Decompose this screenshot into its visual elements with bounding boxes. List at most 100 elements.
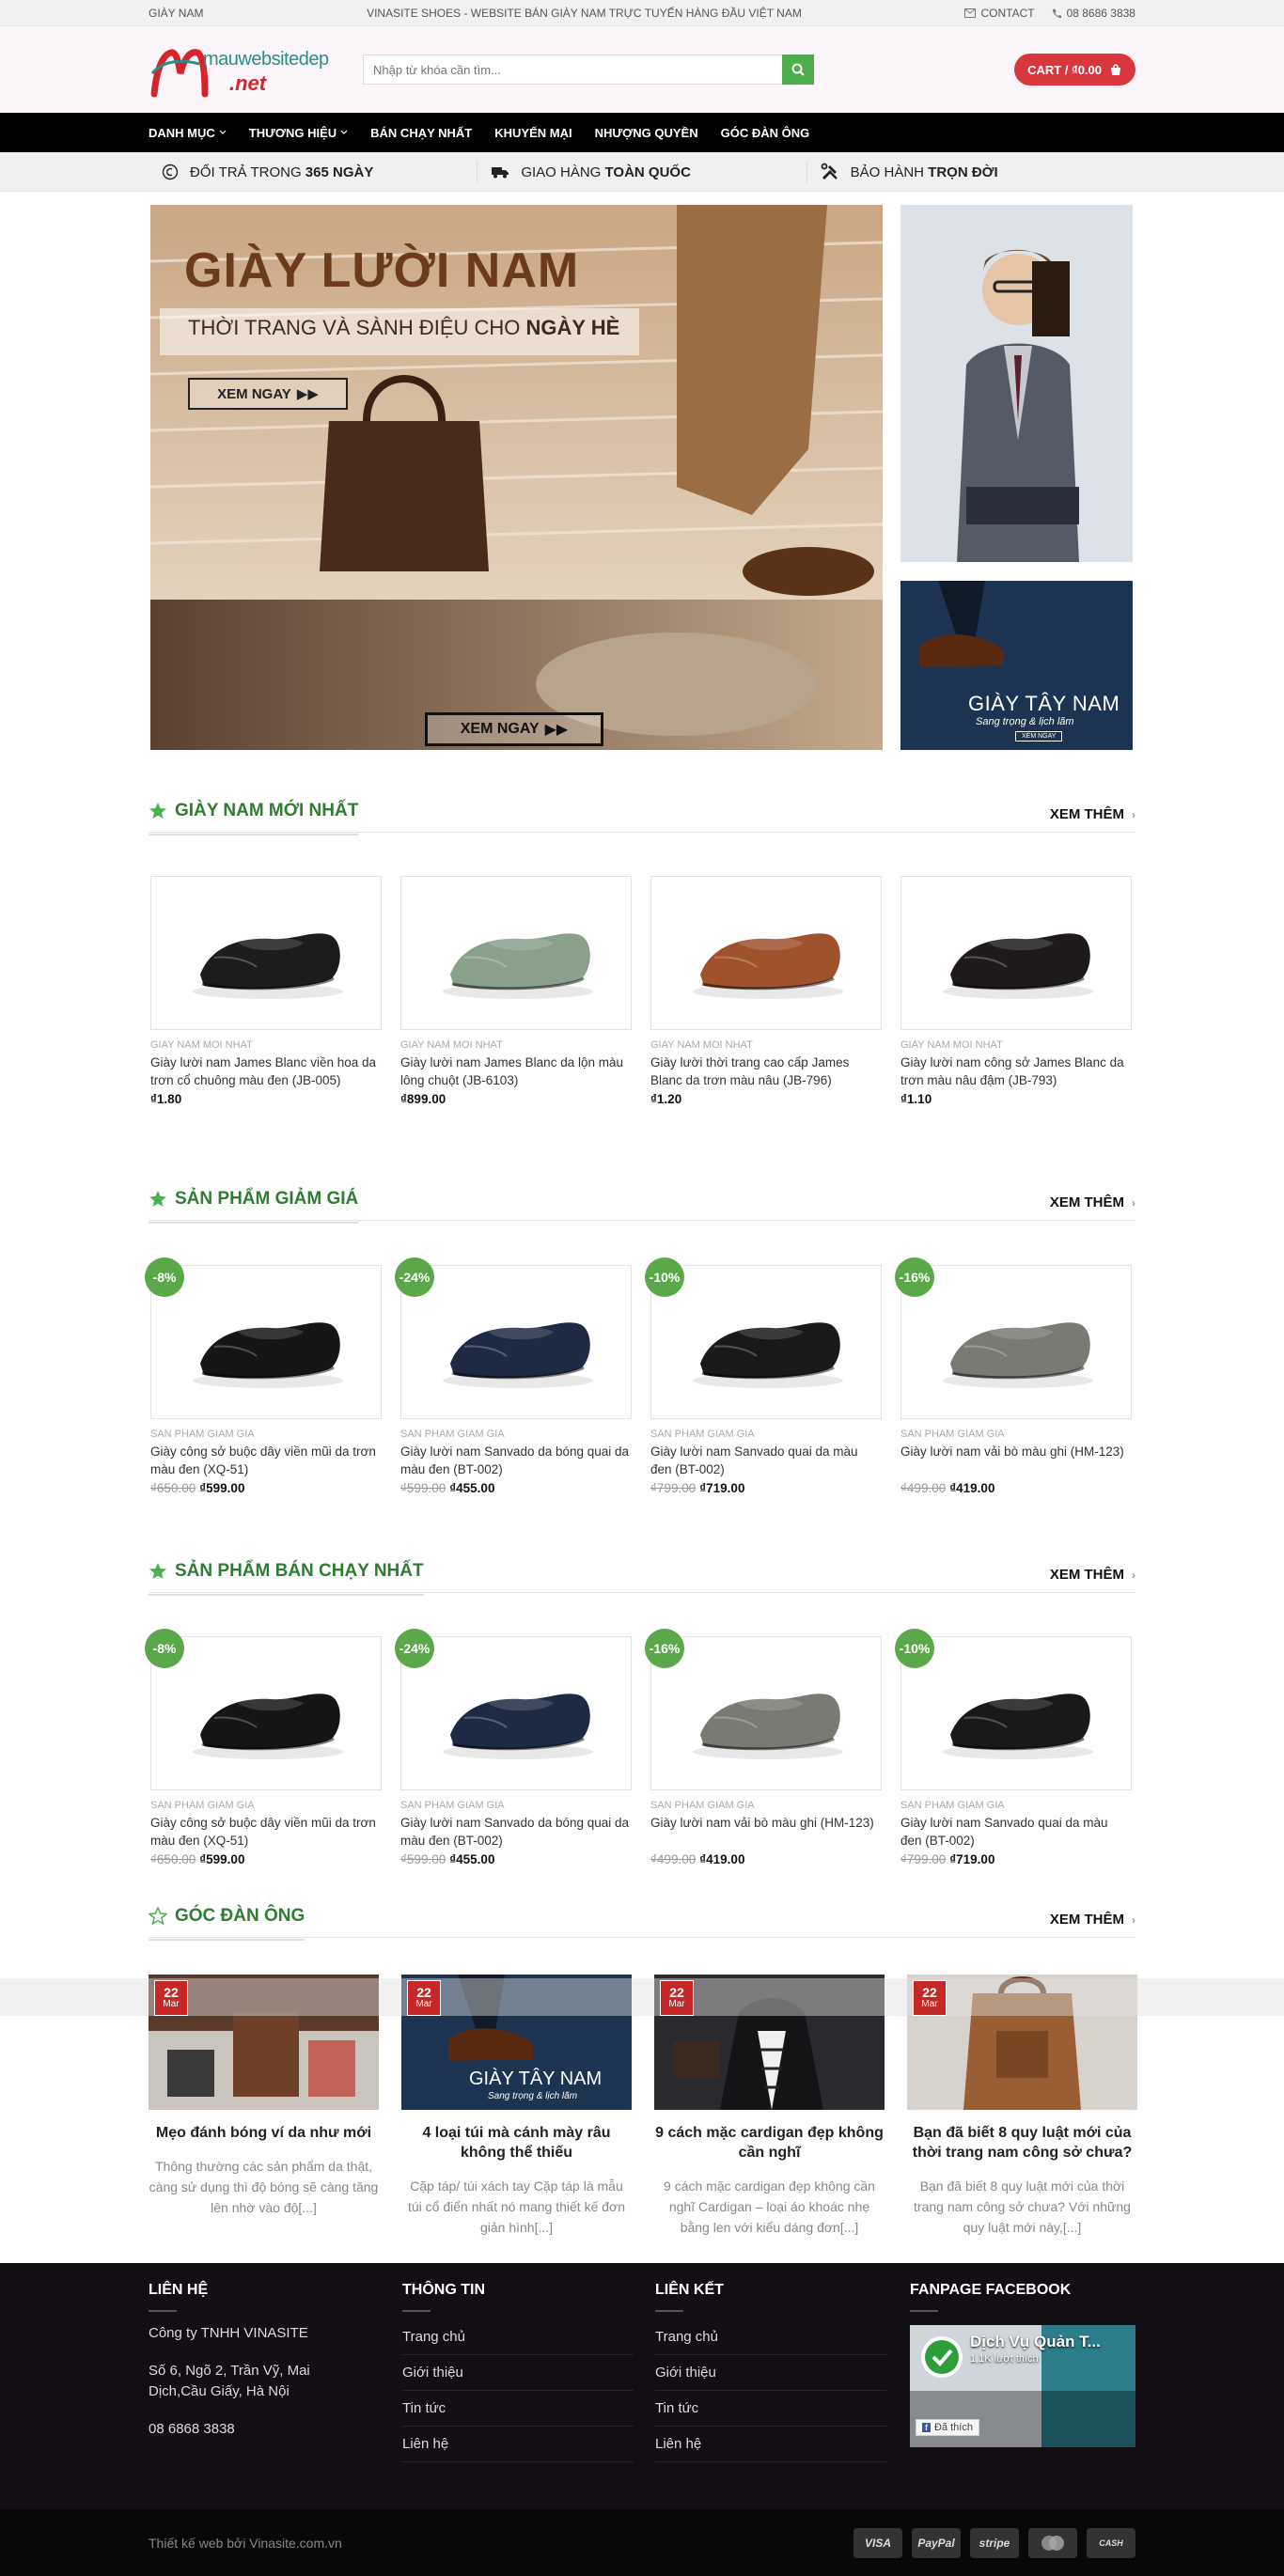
product-name[interactable]: Giày lười nam vải bò màu ghi (HM-123) (650, 1814, 882, 1850)
section-new-title[interactable]: GIÀY NAM MỚI NHẤT (149, 801, 359, 835)
blog-post-excerpt: 9 cách mặc cardigan đẹp không cần nghĩ C… (664, 2178, 875, 2235)
product-image[interactable] (900, 876, 1132, 1030)
product-card[interactable]: -8% SAN PHAM GIAM GIA Giày công sở buộc dâ… (145, 1629, 382, 1866)
product-card[interactable]: GIAY NAM MOI NHAT Giày lười nam James Bla… (400, 876, 632, 1106)
product-name[interactable]: Giày công sở buộc dây viền mũi da trơn m… (150, 1814, 382, 1850)
blog-post-title[interactable]: 4 loại túi mà cánh mày râu không thể thi… (401, 2123, 632, 2162)
shoe-image (443, 1694, 593, 1759)
product-category[interactable]: SAN PHAM GIAM GIA (900, 1800, 1132, 1811)
product-name[interactable]: Giày lười nam Sanvado da bóng quai da mà… (400, 1814, 632, 1850)
product-image[interactable] (900, 1636, 1132, 1790)
nav-item-brands[interactable]: THƯƠNG HIỆU (249, 126, 348, 140)
product-category[interactable]: GIAY NAM MOI NHAT (650, 1039, 882, 1051)
product-card[interactable]: -24% SAN PHAM GIAM GIA Giày lười nam Sanva… (395, 1629, 632, 1866)
section-blog-title[interactable]: GÓC ĐÀN ÔNG (149, 1906, 305, 1941)
product-image[interactable] (150, 1636, 382, 1790)
footer-link[interactable]: Trang chủ (655, 2319, 886, 2355)
view-more-label: XEM THÊM (1049, 1567, 1124, 1583)
product-name[interactable]: Giày công sở buộc dây viền mũi da trơn m… (150, 1443, 382, 1478)
product-name[interactable]: Giày lười thời trang cao cấp James Blanc… (650, 1054, 882, 1089)
product-image[interactable] (650, 876, 882, 1030)
product-category[interactable]: GIAY NAM MOI NHAT (400, 1039, 632, 1051)
header: mauwebsitedep .net CART / ₫0.00 (0, 26, 1284, 113)
footer-link[interactable]: Liên hệ (655, 2427, 886, 2462)
contact-link[interactable]: CONTACT (964, 7, 1035, 20)
product-image[interactable] (150, 1265, 382, 1419)
product-category[interactable]: SAN PHAM GIAM GIA (400, 1429, 632, 1440)
product-card[interactable]: -10% SAN PHAM GIAM GIA Giày lười nam Sanva… (645, 1257, 882, 1495)
view-more-link[interactable]: XEM THÊM › (1050, 1912, 1135, 1928)
hero-cta-button-2[interactable]: XEM NGAY ▶▶ (425, 712, 603, 746)
phone-link[interactable]: 08 8686 3838 (1052, 7, 1135, 20)
footer-link[interactable]: Trang chủ (402, 2319, 634, 2355)
product-card[interactable]: -8% SAN PHAM GIAM GIA Giày công sở buộc dâ… (145, 1257, 382, 1495)
product-image[interactable] (400, 1265, 632, 1419)
product-card[interactable]: GIAY NAM MOI NHAT Giày lười nam công sở J… (900, 876, 1132, 1106)
product-category[interactable]: SAN PHAM GIAM GIA (150, 1429, 382, 1440)
product-card[interactable]: -10% SAN PHAM GIAM GIA Giày lười nam Sanva… (895, 1629, 1132, 1866)
hero-side-banner-model[interactable] (900, 205, 1133, 562)
product-image[interactable] (150, 876, 382, 1030)
blog-post-title[interactable]: Mẹo đánh bóng ví da như mới (149, 2123, 379, 2143)
blog-post-title[interactable]: 9 cách mặc cardigan đẹp không cần nghĩ (654, 2123, 885, 2162)
section-sale-title[interactable]: SẢN PHẨM GIẢM GIÁ (149, 1189, 359, 1224)
section-best-title[interactable]: SẢN PHẨM BÁN CHẠY NHẤT (149, 1561, 424, 1596)
product-image[interactable] (400, 1636, 632, 1790)
nav-item-promotions[interactable]: KHUYẾN MẠI (494, 126, 572, 140)
footer-link[interactable]: Tin tức (655, 2391, 886, 2427)
product-name[interactable]: Giày lười nam Sanvado quai da màu đen (B… (900, 1814, 1132, 1850)
search-button[interactable] (782, 55, 814, 85)
section-title-text: GIÀY NAM MỚI NHẤT (175, 801, 359, 820)
nav-item-categories[interactable]: DANH MỤC (149, 126, 227, 140)
hero-cta-button[interactable]: XEM NGAY ▶▶ (188, 378, 348, 410)
cart-button[interactable]: CART / ₫0.00 (1014, 54, 1135, 86)
post-month: Mar (668, 1999, 685, 2009)
footer-link[interactable]: Giới thiệu (402, 2355, 634, 2391)
product-name[interactable]: Giày lười nam Sanvado da bóng quai da mà… (400, 1443, 632, 1478)
search-input[interactable] (363, 55, 782, 85)
product-image[interactable] (900, 1265, 1132, 1419)
facebook-like-button[interactable]: f Đã thích (916, 2419, 979, 2436)
product-category[interactable]: SAN PHAM GIAM GIA (650, 1429, 882, 1440)
nav-item-best-sellers[interactable]: BÁN CHẠY NHẤT (370, 126, 472, 140)
product-card[interactable]: GIAY NAM MOI NHAT Giày lười thời trang ca… (650, 876, 882, 1106)
view-more-link[interactable]: XEM THÊM › (1050, 1567, 1135, 1583)
product-image[interactable] (650, 1265, 882, 1419)
product-card[interactable]: -16% SAN PHAM GIAM GIA Giày lười nam vải b… (645, 1629, 882, 1866)
copyright-text[interactable]: Thiết kế web bởi Vinasite.com.vn (149, 2536, 342, 2551)
view-more-link[interactable]: XEM THÊM › (1050, 806, 1135, 822)
logo-text-top: mauwebsitedep (203, 49, 329, 70)
hero-subtitle: THỜI TRANG VÀ SÀNH ĐIỆU CHO NGÀY HÈ (188, 316, 620, 339)
product-category[interactable]: SAN PHAM GIAM GIA (150, 1800, 382, 1811)
product-name[interactable]: Giày lười nam James Blanc viền hoa da tr… (150, 1054, 382, 1089)
discount-badge: -10% (895, 1629, 934, 1668)
topbar-left-text[interactable]: GIÀY NAM (149, 7, 203, 20)
product-card[interactable]: -16% SAN PHAM GIAM GIA Giày lười nam vải b… (895, 1257, 1132, 1495)
facebook-page-widget[interactable]: Dịch Vụ Quản T... 1,1K lượt thích f Đã th… (910, 2325, 1135, 2447)
product-category[interactable]: SAN PHAM GIAM GIA (900, 1429, 1132, 1440)
product-card[interactable]: -24% SAN PHAM GIAM GIA Giày lười nam Sanva… (395, 1257, 632, 1495)
product-image[interactable] (400, 876, 632, 1030)
product-category[interactable]: GIAY NAM MOI NHAT (150, 1039, 382, 1051)
blog-post-title[interactable]: Bạn đã biết 8 quy luật mới của thời tran… (907, 2123, 1137, 2162)
product-name[interactable]: Giày lười nam công sở James Blanc da trơ… (900, 1054, 1132, 1089)
product-card[interactable]: GIAY NAM MOI NHAT Giày lười nam James Bla… (150, 876, 382, 1106)
view-more-link[interactable]: XEM THÊM › (1050, 1194, 1135, 1210)
footer-link[interactable]: Tin tức (402, 2391, 634, 2427)
hero-side-banner-dress-shoes[interactable]: GIÀY TÂY NAM Sang trọng & lịch lãm XEM N… (900, 581, 1133, 750)
product-category[interactable]: SAN PHAM GIAM GIA (650, 1800, 882, 1811)
footer-phone[interactable]: 08 6868 3838 (149, 2419, 380, 2440)
product-name[interactable]: Giày lười nam Sanvado quai da màu đen (B… (650, 1443, 882, 1478)
product-category[interactable]: GIAY NAM MOI NHAT (900, 1039, 1132, 1051)
product-category[interactable]: SAN PHAM GIAM GIA (400, 1800, 632, 1811)
nav-item-franchise[interactable]: NHƯỢNG QUYỀN (595, 126, 698, 140)
nav-item-men-corner[interactable]: GÓC ĐÀN ÔNG (721, 126, 810, 140)
site-logo[interactable]: mauwebsitedep .net (149, 41, 346, 98)
product-name[interactable]: Giày lười nam James Blanc da lộn màu lôn… (400, 1054, 632, 1089)
footer-link[interactable]: Liên hệ (402, 2427, 634, 2462)
hero-main-banner[interactable]: GIÀY LƯỜI NAM THỜI TRANG VÀ SÀNH ĐIỆU CH… (150, 205, 883, 750)
product-name[interactable]: Giày lười nam vải bò màu ghi (HM-123) (900, 1443, 1132, 1478)
side-banner-button[interactable]: XEM NGAY (1015, 731, 1063, 742)
footer-link[interactable]: Giới thiệu (655, 2355, 886, 2391)
product-image[interactable] (650, 1636, 882, 1790)
